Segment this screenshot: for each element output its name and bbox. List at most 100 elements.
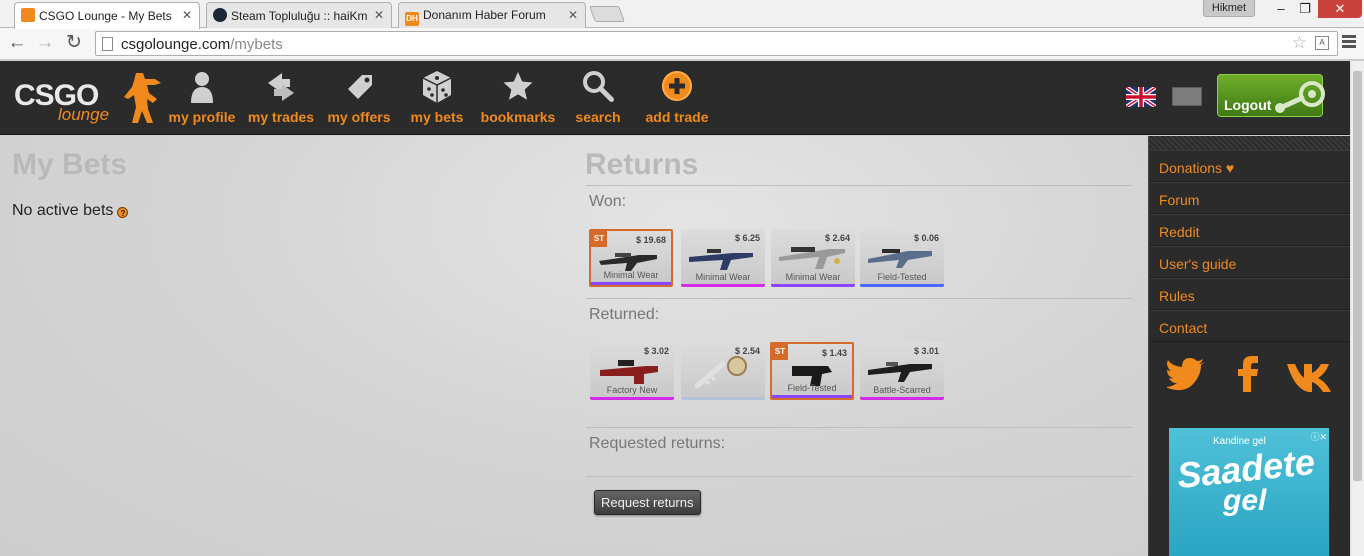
dh-favicon-icon: DH — [405, 12, 419, 26]
stattrak-badge: ST — [772, 344, 788, 360]
tab-donanim-haber[interactable]: DH Donanım Haber Forum ✕ — [398, 2, 586, 28]
sidebar-stripe — [1149, 136, 1350, 150]
weapon-image-icon — [694, 356, 747, 388]
tab-csgo-lounge[interactable]: CSGO Lounge - My Bets ✕ — [14, 2, 200, 29]
chrome-profile-name[interactable]: Hikmet — [1203, 0, 1255, 17]
nav-bookmarks[interactable]: bookmarks — [478, 69, 558, 125]
sidebar-link-contact[interactable]: Contact — [1149, 310, 1350, 342]
weapon-image-icon — [779, 247, 845, 269]
tab-close-icon[interactable]: ✕ — [182, 8, 192, 22]
address-url: csgolounge.com/mybets — [121, 36, 283, 53]
returned-label: Returned: — [589, 306, 660, 323]
section-divider — [586, 185, 1132, 186]
logout-button[interactable]: Logout — [1217, 74, 1325, 117]
no-active-bets-label: No active bets — [12, 202, 114, 219]
item-condition: Field-Tested — [877, 272, 927, 282]
sidebar-link-reddit[interactable]: Reddit — [1149, 214, 1350, 246]
stattrak-badge: ST — [591, 231, 607, 247]
language-flag-icon[interactable] — [1172, 87, 1202, 106]
nav-my-bets[interactable]: my bets — [397, 69, 477, 125]
item-tile[interactable]: $ 19.68 Minimal Wear ST — [589, 229, 673, 287]
weapon-image-icon — [868, 362, 932, 382]
item-price: $ 19.68 — [635, 235, 666, 245]
reload-icon[interactable]: ↻ — [63, 32, 85, 54]
item-tile[interactable]: $ 1.43 Field-Tested ST — [770, 342, 854, 400]
sidebar-link-donations[interactable]: Donations ♥ — [1149, 150, 1350, 182]
steam-favicon-icon — [213, 8, 227, 22]
csgo-lounge-favicon-icon — [21, 8, 35, 22]
logout-label: Logout — [1224, 97, 1272, 113]
search-icon — [583, 71, 614, 102]
chrome-menu-icon[interactable] — [1342, 35, 1356, 50]
bookmark-star-icon[interactable]: ☆ — [1292, 33, 1307, 53]
item-tile[interactable]: $ 2.64 Minimal Wear — [771, 229, 855, 287]
help-icon[interactable]: ? — [117, 207, 129, 218]
new-tab-button[interactable] — [589, 6, 625, 22]
logo-subtext: lounge — [58, 105, 110, 124]
dice-icon — [422, 71, 452, 103]
tab-steam-community[interactable]: Steam Topluluğu :: haiKm ✕ — [206, 2, 392, 28]
maximize-icon[interactable]: ❐ — [1294, 0, 1316, 18]
page-scrollbar[interactable] — [1350, 61, 1364, 556]
item-rarity-bar — [860, 397, 944, 400]
profile-icon — [191, 72, 213, 103]
translate-icon[interactable]: A — [1315, 36, 1329, 50]
item-rarity-bar — [860, 284, 944, 287]
requested-returns-label: Requested returns: — [589, 435, 726, 452]
offers-icon — [348, 75, 372, 99]
facebook-icon[interactable] — [1227, 356, 1267, 392]
csgo-lounge-logo[interactable]: CSGO lounge — [12, 69, 161, 129]
star-icon — [503, 72, 533, 100]
item-rarity-bar — [681, 397, 765, 400]
item-tile[interactable]: $ 3.01 Battle-Scarred — [860, 342, 944, 400]
scrollbar-thumb[interactable] — [1353, 71, 1362, 481]
nav-label: my trades — [247, 109, 315, 125]
vk-icon[interactable] — [1285, 356, 1335, 392]
url-path: /mybets — [230, 36, 283, 53]
item-tile[interactable]: $ 3.02 Factory New — [590, 342, 674, 400]
nav-add-trade[interactable]: add trade — [637, 69, 717, 125]
nav-label: search — [575, 109, 621, 125]
sidebar-link-rules[interactable]: Rules — [1149, 278, 1350, 310]
item-price: $ 2.54 — [734, 346, 760, 356]
my-bets-title: My Bets — [12, 148, 128, 181]
item-rarity-bar — [590, 397, 674, 400]
main-content: My Bets No active bets? Returns Won: $ 1… — [0, 136, 1148, 556]
back-arrow-icon[interactable]: ← — [6, 32, 28, 54]
item-condition: Minimal Wear — [695, 272, 751, 282]
nav-label: my profile — [168, 109, 236, 125]
browser-toolbar: ← → ↻ csgolounge.com/mybets ☆ A — [0, 28, 1364, 60]
ad-line-3: gel — [1223, 484, 1267, 517]
nav-my-profile[interactable]: my profile — [162, 69, 242, 125]
close-window-icon[interactable]: ✕ — [1318, 0, 1362, 18]
nav-my-offers[interactable]: my offers — [319, 69, 399, 125]
advertisement-banner[interactable]: ⓘ✕ Kandine gel Saadete gel — [1169, 428, 1329, 556]
twitter-icon[interactable] — [1167, 356, 1207, 392]
item-rarity-bar — [591, 282, 671, 285]
item-tile[interactable]: $ 6.25 Minimal Wear — [681, 229, 765, 287]
address-bar[interactable]: csgolounge.com/mybets ☆ A — [95, 31, 1338, 56]
trades-icon — [268, 73, 294, 101]
sidebar-link-forum[interactable]: Forum — [1149, 182, 1350, 214]
forward-arrow-icon[interactable]: → — [34, 32, 56, 54]
tab-title: CSGO Lounge - My Bets — [39, 9, 172, 23]
item-condition: Field-Tested — [787, 383, 837, 393]
steam-logo-icon — [1275, 81, 1325, 113]
item-tile[interactable]: $ 2.54 — [681, 342, 765, 400]
ad-choices-icon[interactable]: ⓘ✕ — [1303, 430, 1327, 442]
tab-close-icon[interactable]: ✕ — [374, 8, 384, 22]
sidebar-link-users-guide[interactable]: User's guide — [1149, 246, 1350, 278]
item-tile[interactable]: $ 0.06 Field-Tested — [860, 229, 944, 287]
right-sidebar: Donations ♥ Forum Reddit User's guide Ru… — [1148, 136, 1350, 556]
request-returns-button[interactable]: Request returns — [594, 490, 701, 515]
item-price: $ 2.64 — [824, 233, 850, 243]
section-divider — [586, 298, 1132, 299]
browser-tabstrip: CSGO Lounge - My Bets ✕ Steam Topluluğu … — [0, 0, 1364, 29]
nav-search[interactable]: search — [558, 69, 638, 125]
nav-label: my bets — [410, 109, 464, 125]
minimize-icon[interactable]: – — [1268, 0, 1294, 18]
uk-flag-icon[interactable] — [1126, 87, 1156, 107]
page-icon — [102, 37, 113, 51]
tab-close-icon[interactable]: ✕ — [568, 8, 578, 22]
nav-my-trades[interactable]: my trades — [241, 69, 321, 125]
